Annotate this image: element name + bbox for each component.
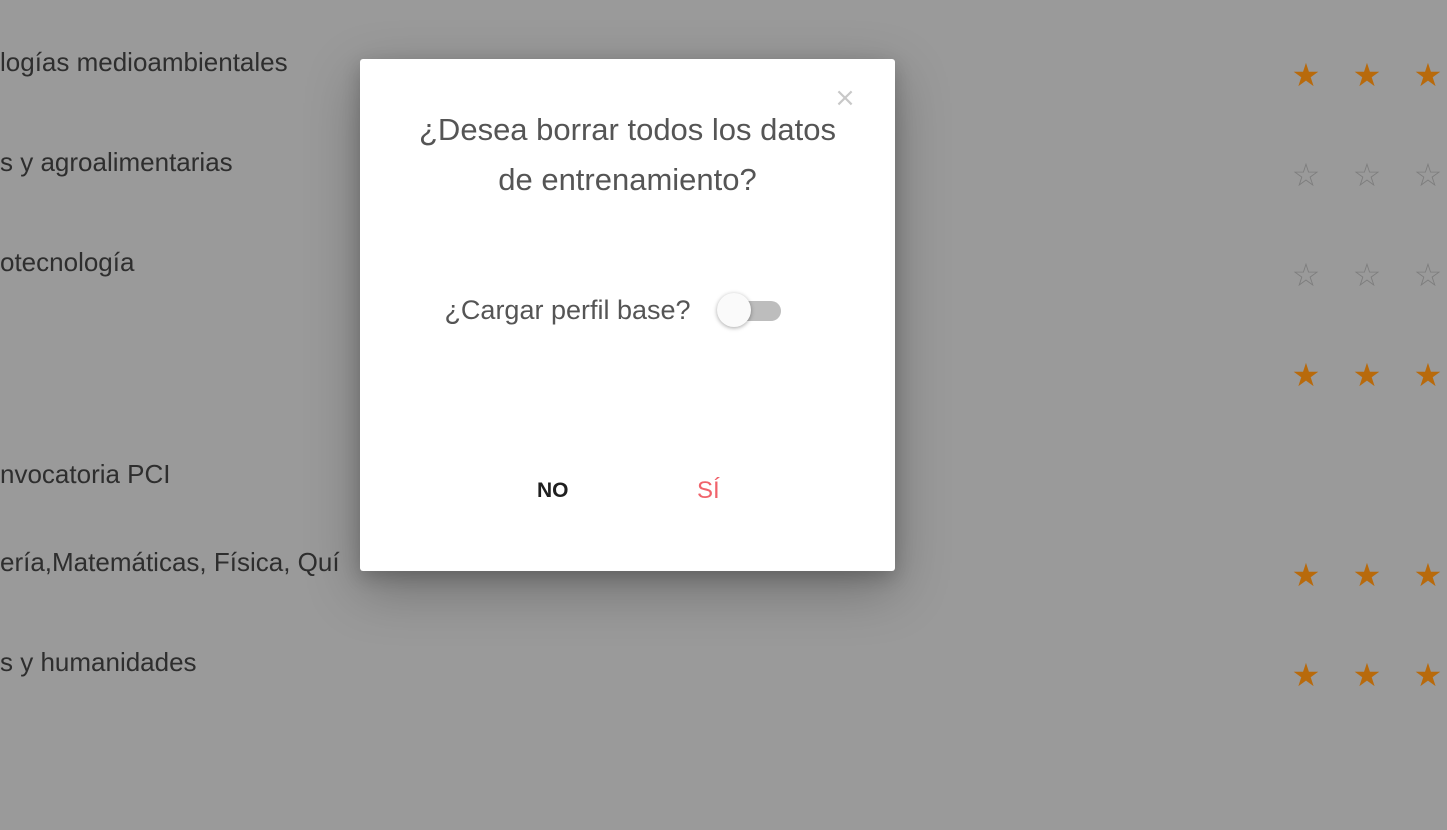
row-label: ería,Matemáticas, Física, Quí <box>0 547 340 577</box>
toggle-label: ¿Cargar perfil base? <box>444 294 691 325</box>
star-filled-icon[interactable]: ★ <box>1290 358 1322 392</box>
star-empty-icon[interactable]: ☆ <box>1290 258 1322 292</box>
star-empty-icon[interactable]: ☆ <box>1412 258 1444 292</box>
yes-button[interactable]: SÍ <box>685 471 732 511</box>
row-label: logías medioambientales <box>0 47 288 77</box>
star-empty-icon[interactable]: ☆ <box>1351 158 1383 192</box>
star-filled-icon[interactable]: ★ <box>1351 658 1383 692</box>
star-filled-icon[interactable]: ★ <box>1351 58 1383 92</box>
star-rating[interactable]: ☆ ☆ ☆ <box>1290 258 1444 292</box>
star-empty-icon[interactable]: ☆ <box>1412 158 1444 192</box>
load-base-profile-toggle[interactable] <box>716 292 781 328</box>
star-filled-icon[interactable]: ★ <box>1412 658 1444 692</box>
row-label: s y agroalimentarias <box>0 147 233 177</box>
star-filled-icon[interactable]: ★ <box>1290 558 1322 592</box>
confirm-dialog: × ¿Desea borrar todos los datos de entre… <box>360 59 895 571</box>
star-empty-icon[interactable]: ☆ <box>1351 258 1383 292</box>
star-filled-icon[interactable]: ★ <box>1290 58 1322 92</box>
row-label: otecnología <box>0 247 135 277</box>
load-base-profile-row: ¿Cargar perfil base? <box>360 292 895 328</box>
star-rating[interactable]: ★ ★ ★ <box>1290 358 1444 392</box>
row-label: nvocatoria PCI <box>0 459 171 489</box>
toggle-thumb <box>716 293 751 327</box>
star-filled-icon[interactable]: ★ <box>1351 558 1383 592</box>
star-filled-icon[interactable]: ★ <box>1290 658 1322 692</box>
star-filled-icon[interactable]: ★ <box>1412 358 1444 392</box>
star-rating[interactable]: ★ ★ ★ <box>1290 658 1444 692</box>
star-filled-icon[interactable]: ★ <box>1412 558 1444 592</box>
star-filled-icon[interactable]: ★ <box>1351 358 1383 392</box>
row-label: s y humanidades <box>0 647 197 677</box>
star-rating[interactable]: ★ ★ ★ <box>1290 558 1444 592</box>
star-empty-icon[interactable]: ☆ <box>1290 158 1322 192</box>
no-button[interactable]: NO <box>525 471 581 511</box>
star-rating[interactable]: ☆ ☆ ☆ <box>1290 158 1444 192</box>
dialog-title: ¿Desea borrar todos los datos de entrena… <box>419 112 836 197</box>
star-filled-icon[interactable]: ★ <box>1412 58 1444 92</box>
page: logías medioambientales s y agroalimenta… <box>0 0 1447 830</box>
star-rating[interactable]: ★ ★ ★ <box>1290 58 1444 92</box>
